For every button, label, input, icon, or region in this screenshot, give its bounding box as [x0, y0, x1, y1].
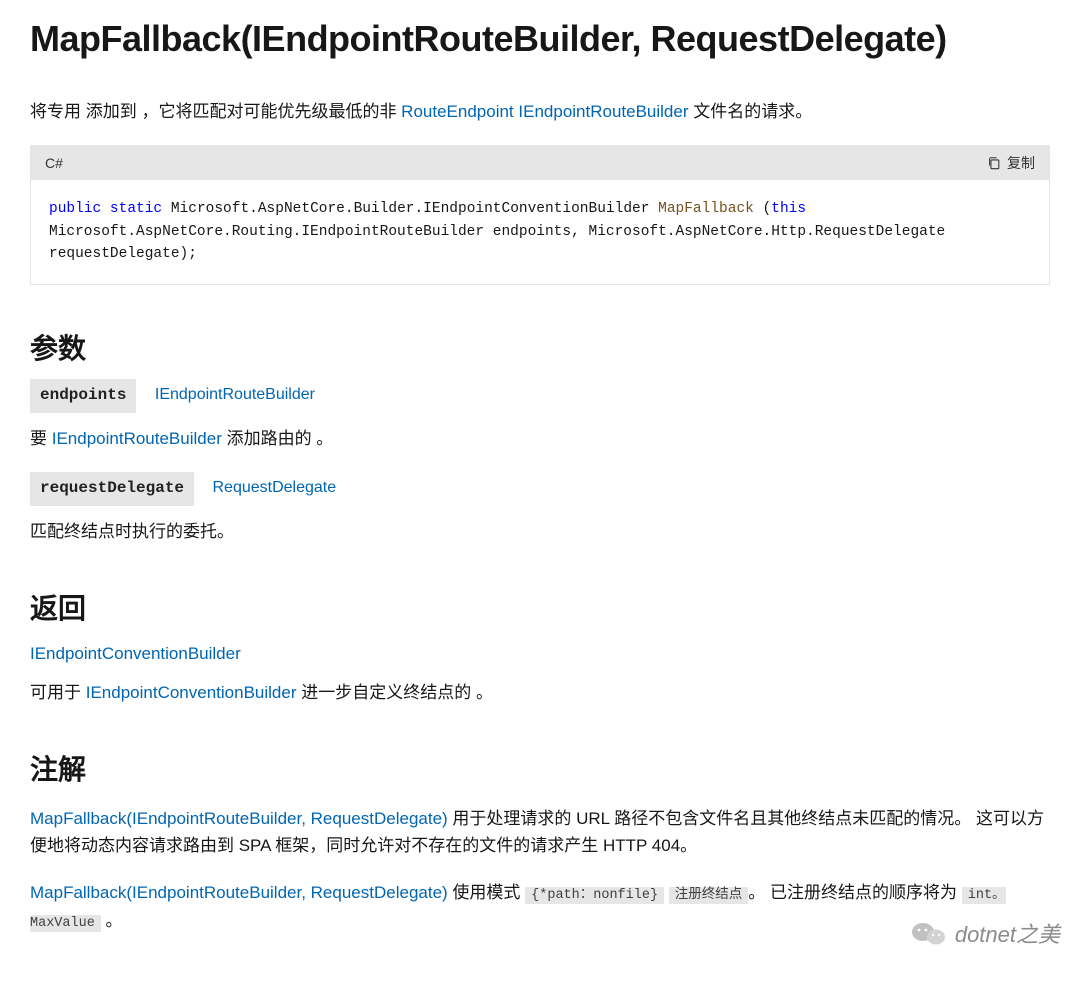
notes-heading: 注解: [30, 748, 1050, 793]
notes-p2-mid1: 使用模式: [448, 883, 525, 902]
param-type-requestdelegate[interactable]: RequestDelegate: [212, 479, 336, 496]
ret-pre: 可用于: [30, 683, 86, 702]
notes-p2-mid2: 。 已注册终结点的顺序将为: [748, 883, 961, 902]
notes-p1: MapFallback(IEndpointRouteBuilder, Reque…: [30, 805, 1050, 859]
link-ret-desc[interactable]: IEndpointConventionBuilder: [86, 683, 297, 702]
p1-pre: 要: [30, 429, 52, 448]
kw-public: public: [49, 201, 101, 217]
returns-link[interactable]: IEndpointConventionBuilder: [30, 644, 241, 663]
code-seg1: Microsoft.AspNetCore.Builder.IEndpointCo…: [162, 201, 658, 217]
code-fn: MapFallback: [658, 201, 754, 217]
param-row-endpoints: endpoints IEndpointRouteBuilder: [30, 379, 1050, 413]
param-desc-endpoints: 要 IEndpointRouteBuilder 添加路由的 。: [30, 425, 1050, 452]
param-row-requestdelegate: requestDelegate RequestDelegate: [30, 472, 1050, 506]
notes-p2-link[interactable]: MapFallback(IEndpointRouteBuilder, Reque…: [30, 883, 448, 902]
param-name-requestdelegate: requestDelegate: [30, 472, 194, 506]
copy-label: 复制: [1007, 152, 1035, 174]
page-title: MapFallback(IEndpointRouteBuilder, Reque…: [30, 10, 1050, 68]
param-desc-requestdelegate: 匹配终结点时执行的委托。: [30, 518, 1050, 545]
code-open: (: [754, 201, 771, 217]
kw-this: this: [771, 201, 806, 217]
code-block: C# 复制 public static Microsoft.AspNetCore…: [30, 145, 1050, 285]
intro-paragraph: 将专用 添加到 ，它将匹配对可能优先级最低的非 RouteEndpoint IE…: [30, 98, 1050, 125]
params-heading: 参数: [30, 327, 1050, 372]
kw-static: static: [110, 201, 162, 217]
code-lang-label: C#: [45, 152, 63, 174]
inline-code-pattern: {*path：nonfile}: [525, 887, 664, 904]
notes-p2: MapFallback(IEndpointRouteBuilder, Reque…: [30, 879, 1050, 934]
p1-post: 添加路由的 。: [222, 429, 333, 448]
inline-code-register: 注册终结点: [669, 887, 749, 904]
intro-suffix: 文件名的请求。: [693, 102, 812, 121]
code-body: public static Microsoft.AspNetCore.Build…: [31, 180, 1049, 283]
notes-p1-link[interactable]: MapFallback(IEndpointRouteBuilder, Reque…: [30, 809, 448, 828]
code-header: C# 复制: [31, 146, 1049, 180]
link-iendpointroutebuilder[interactable]: IEndpointRouteBuilder: [518, 102, 688, 121]
copy-button[interactable]: 复制: [987, 152, 1035, 174]
copy-icon: [987, 156, 1001, 170]
ret-post: 进一步自定义终结点的 。: [297, 683, 493, 702]
returns-desc: 可用于 IEndpointConventionBuilder 进一步自定义终结点…: [30, 679, 1050, 706]
param-type-endpoints[interactable]: IEndpointRouteBuilder: [155, 386, 315, 403]
notes-p2-end: 。: [101, 911, 123, 930]
link-p1-desc[interactable]: IEndpointRouteBuilder: [52, 429, 222, 448]
intro-prefix: 将专用 添加到 ，它将匹配对可能优先级最低的非: [30, 102, 401, 121]
link-routeendpoint[interactable]: RouteEndpoint: [401, 102, 513, 121]
param-name-endpoints: endpoints: [30, 379, 136, 413]
returns-heading: 返回: [30, 587, 1050, 632]
